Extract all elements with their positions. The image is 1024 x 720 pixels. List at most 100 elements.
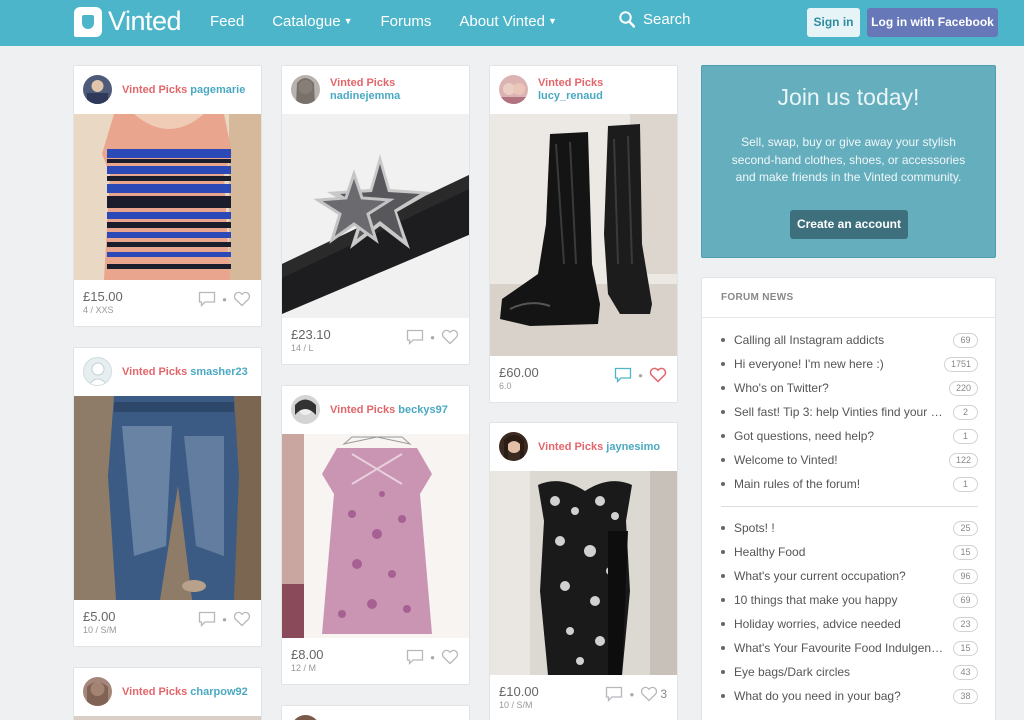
- forum-topic-link[interactable]: Spots! !: [734, 521, 953, 535]
- username-link[interactable]: beckys97: [398, 404, 448, 416]
- forum-topic-link[interactable]: Sell fast! Tip 3: help Vinties find your…: [734, 405, 953, 419]
- forum-topic-item[interactable]: What do you need in your bag? 38: [721, 684, 978, 708]
- bullet-icon: [721, 338, 725, 342]
- forum-topic-item[interactable]: Eye bags/Dark circles 43: [721, 660, 978, 684]
- avatar[interactable]: [499, 75, 528, 104]
- item-card[interactable]: Vinted Picks lucy_renaud £60.00 6.0 ●: [489, 65, 678, 403]
- heart-icon[interactable]: [233, 611, 251, 627]
- item-card[interactable]: Vinted Picks beckys97 £8.00 12 / M ●: [281, 385, 470, 685]
- username-link[interactable]: lucy_renaud: [538, 90, 603, 103]
- heart-icon[interactable]: [441, 649, 459, 665]
- item-card[interactable]: Vinted Picks pagemarie £15.00 4 / XXS ●: [73, 65, 262, 327]
- reply-count-badge: 220: [948, 380, 978, 396]
- username-link[interactable]: jaynesimo: [606, 441, 660, 453]
- forum-topic-link[interactable]: What do you need in your bag?: [734, 689, 953, 703]
- comment-icon[interactable]: [198, 291, 216, 307]
- forum-topic-link[interactable]: Hi everyone! I'm new here :): [734, 357, 944, 371]
- facebook-login-button[interactable]: Log in with Facebook: [867, 8, 998, 37]
- heart-icon[interactable]: [233, 291, 251, 307]
- item-card[interactable]: Vinted Picks smasher23 £5.00 10 / S/M ●: [73, 347, 262, 647]
- forum-topic-item[interactable]: Welcome to Vinted! 122: [721, 448, 978, 472]
- item-card[interactable]: Vinted Picks nadinejemma £23.10 14 / L ●: [281, 65, 470, 365]
- forum-topic-item[interactable]: Main rules of the forum! 1: [721, 472, 978, 496]
- forum-topic-item[interactable]: Healthy Food 15: [721, 540, 978, 564]
- forum-topic-item[interactable]: Holiday worries, advice needed 23: [721, 612, 978, 636]
- item-card[interactable]: Vinted Picks charpow92: [73, 667, 262, 720]
- item-photo[interactable]: [490, 471, 677, 675]
- username-link[interactable]: smasher23: [190, 366, 248, 378]
- forum-topic-link[interactable]: Got questions, need help?: [734, 429, 953, 443]
- card-names: Vinted Picks beckys97: [330, 404, 448, 416]
- forum-topic-link[interactable]: Holiday worries, advice needed: [734, 617, 953, 631]
- forum-topic-link[interactable]: What's Your Favourite Food Indulgence?: [734, 641, 953, 655]
- forum-topic-item[interactable]: Spots! ! 25: [721, 516, 978, 540]
- avatar-photo: [87, 682, 108, 706]
- item-price: £15.00: [83, 289, 123, 304]
- forum-topic-item[interactable]: What's your current occupation? 96: [721, 564, 978, 588]
- nav-catalogue[interactable]: Catalogue ▼: [272, 13, 352, 30]
- item-card[interactable]: Vinted Picks jaynesimo £10.00 10 / S/M ●…: [489, 422, 678, 720]
- forum-news-panel: FORUM NEWS Calling all Instagram addicts…: [701, 277, 996, 720]
- item-photo[interactable]: [74, 716, 261, 720]
- vinted-logo[interactable]: Vinted: [74, 6, 182, 37]
- forum-topic-link[interactable]: Healthy Food: [734, 545, 953, 559]
- forum-topic-item[interactable]: Got questions, need help? 1: [721, 424, 978, 448]
- card-header: Vinted Picks pagemarie: [74, 66, 261, 114]
- forum-topic-link[interactable]: Who's on Twitter?: [734, 381, 949, 395]
- avatar[interactable]: [291, 75, 320, 104]
- item-size: 6.0: [499, 381, 512, 391]
- username-link[interactable]: nadinejemma: [330, 90, 400, 103]
- card-actions: ●: [198, 291, 251, 307]
- forum-topic-link[interactable]: Eye bags/Dark circles: [734, 665, 953, 679]
- reply-count-badge: 15: [953, 640, 978, 656]
- vinted-picks-label: Vinted Picks: [122, 366, 188, 378]
- nav-feed[interactable]: Feed: [210, 13, 244, 30]
- boots-photo: [490, 114, 677, 356]
- forum-topic-link[interactable]: Main rules of the forum!: [734, 477, 953, 491]
- avatar[interactable]: [291, 715, 320, 720]
- username-link[interactable]: charpow92: [190, 686, 247, 698]
- avatar[interactable]: [291, 395, 320, 424]
- item-photo[interactable]: [282, 114, 469, 318]
- create-account-button[interactable]: Create an account: [790, 210, 908, 239]
- avatar[interactable]: [499, 432, 528, 461]
- forum-topic-link[interactable]: Calling all Instagram addicts: [734, 333, 953, 347]
- avatar[interactable]: [83, 75, 112, 104]
- card-actions: ●: [406, 649, 459, 665]
- forum-topic-item[interactable]: 10 things that make you happy 69: [721, 588, 978, 612]
- item-photo[interactable]: [282, 434, 469, 638]
- avatar[interactable]: [83, 357, 112, 386]
- heart-icon[interactable]: [640, 686, 658, 702]
- forum-topic-item[interactable]: Who's on Twitter? 220: [721, 376, 978, 400]
- item-card[interactable]: [281, 705, 470, 720]
- nav-forums[interactable]: Forums: [381, 13, 432, 30]
- comment-icon[interactable]: [406, 649, 424, 665]
- comment-icon[interactable]: [605, 686, 623, 702]
- forum-topic-link[interactable]: What's your current occupation?: [734, 569, 953, 583]
- bullet-icon: [721, 574, 725, 578]
- card-names: Vinted Picks charpow92: [122, 686, 248, 698]
- forum-topic-link[interactable]: Welcome to Vinted!: [734, 453, 949, 467]
- separator-dot: ●: [629, 689, 635, 699]
- forum-topic-item[interactable]: What's Your Favourite Food Indulgence? 15: [721, 636, 978, 660]
- forum-topic-item[interactable]: Sell fast! Tip 3: help Vinties find your…: [721, 400, 978, 424]
- comment-icon[interactable]: [198, 611, 216, 627]
- item-photo[interactable]: [74, 114, 261, 280]
- sign-in-button[interactable]: Sign in: [807, 8, 860, 37]
- forum-topic-item[interactable]: Hi everyone! I'm new here :) 1751: [721, 352, 978, 376]
- bullet-icon: [721, 694, 725, 698]
- forum-topic-link[interactable]: 10 things that make you happy: [734, 593, 953, 607]
- forum-topic-item[interactable]: Calling all Instagram addicts 69: [721, 328, 978, 352]
- heart-icon-liked[interactable]: [649, 367, 667, 383]
- main-nav: Feed Catalogue ▼ Forums About Vinted ▼: [210, 13, 585, 30]
- search-button[interactable]: Search: [619, 11, 691, 28]
- nav-about-vinted[interactable]: About Vinted ▼: [459, 13, 557, 30]
- comment-icon[interactable]: [406, 329, 424, 345]
- forum-latest-list: Spots! ! 25 Healthy Food 15 What's your curr…: [721, 516, 978, 708]
- item-photo[interactable]: [490, 114, 677, 356]
- username-link[interactable]: pagemarie: [190, 84, 245, 96]
- item-photo[interactable]: [74, 396, 261, 600]
- comment-icon[interactable]: [614, 367, 632, 383]
- heart-icon[interactable]: [441, 329, 459, 345]
- avatar[interactable]: [83, 677, 112, 706]
